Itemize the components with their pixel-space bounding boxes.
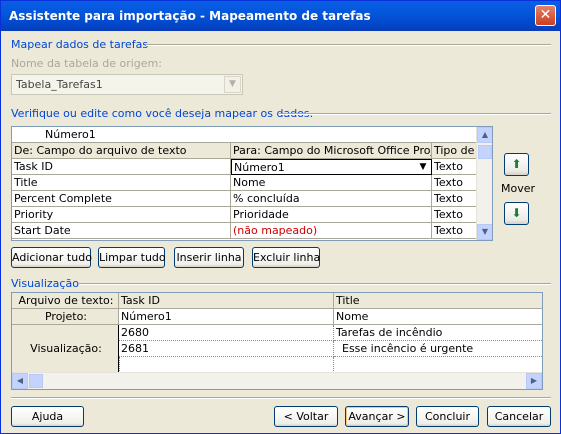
preview-column-divider — [119, 357, 120, 373]
preview-value: Esse incêncio é urgente — [334, 341, 542, 357]
source-table-select: Tabela_Tarefas1 ▼ — [11, 74, 243, 95]
chevron-left-icon: ◀ — [16, 376, 24, 385]
preview-project-col1: Número1 — [119, 309, 334, 325]
close-button[interactable]: ✕ — [535, 5, 556, 26]
grid-cell-to-unmapped[interactable]: (não mapeado) — [231, 223, 432, 239]
title-bar[interactable]: Assistente para importação - Mapeamento … — [1, 1, 560, 31]
scroll-down-button[interactable]: ▼ — [477, 224, 492, 240]
clear-all-button[interactable]: Limpar tudo — [98, 247, 166, 268]
window-title: Assistente para importação - Mapeamento … — [9, 9, 371, 23]
preview-value: 2681 — [119, 341, 334, 357]
grid-cell-from[interactable]: Task ID — [12, 159, 231, 175]
chevron-right-icon: ▶ — [530, 376, 538, 385]
grid-vertical-scrollbar[interactable]: ▲ ▼ — [476, 127, 492, 240]
grid-cell-type[interactable]: Texto — [432, 207, 477, 223]
back-button[interactable]: < Voltar — [274, 406, 338, 427]
delete-row-button[interactable]: Excluir linha — [252, 247, 320, 268]
grid-cell-to[interactable]: Nome — [231, 175, 432, 191]
chevron-up-icon: ▲ — [481, 130, 489, 139]
map-section-title: Mapear dados de tarefas — [11, 38, 149, 51]
section-divider — [79, 283, 551, 285]
preview-row-label-project: Projeto: — [12, 309, 119, 325]
column-header-to[interactable]: Para: Campo do Microsoft Office Project — [231, 143, 432, 159]
grid-cell-from[interactable]: Priority — [12, 207, 231, 223]
grid-cell-to[interactable]: Prioridade — [231, 207, 432, 223]
grid-cell-to-dropdown[interactable]: Número1 ▼ — [231, 159, 432, 175]
preview-horizontal-scrollbar[interactable]: ◀ ▶ — [12, 372, 542, 389]
preview-project-col2: Nome — [334, 309, 542, 325]
scroll-thumb[interactable] — [478, 145, 492, 159]
grid-cell-type[interactable]: Texto — [432, 175, 477, 191]
move-down-button[interactable]: ⬇ — [504, 202, 529, 225]
grid-edit-value: Número1 — [45, 128, 96, 141]
chevron-down-icon[interactable]: ▼ — [416, 160, 430, 174]
grid-cell-from[interactable]: Title — [12, 175, 231, 191]
footer-divider — [11, 397, 551, 399]
insert-row-button[interactable]: Inserir linha — [174, 247, 244, 268]
scroll-right-button[interactable]: ▶ — [526, 373, 542, 389]
arrow-up-icon: ⬆ — [511, 157, 522, 171]
grid-cell-to-value: Número1 — [234, 161, 285, 174]
column-header-type[interactable]: Tipo de d — [432, 143, 477, 159]
chevron-down-icon: ▼ — [224, 76, 241, 93]
grid-cell-to[interactable]: % concluída — [231, 191, 432, 207]
verify-instruction: Verifique ou edite como você deseja mape… — [11, 107, 314, 120]
next-button[interactable]: Avançar > — [345, 406, 409, 427]
grid-cell-type[interactable]: Texto — [432, 159, 477, 175]
column-header-from[interactable]: De: Campo do arquivo de texto — [12, 143, 231, 159]
grid-cell-from[interactable]: Start Date — [12, 223, 231, 239]
grid-cell-type[interactable]: Texto — [432, 191, 477, 207]
scroll-up-button[interactable]: ▲ — [477, 127, 492, 143]
add-all-button[interactable]: Adicionar tudo — [11, 247, 92, 268]
preview-row-label-text-file: Arquivo de texto: — [12, 293, 119, 309]
arrow-down-icon: ⬇ — [511, 206, 522, 220]
preview-value: 2680 — [119, 325, 334, 341]
help-button[interactable]: Ajuda — [11, 406, 84, 427]
import-wizard-dialog: Assistente para importação - Mapeamento … — [0, 0, 561, 434]
preview-text-file-col2: Title — [334, 293, 542, 309]
source-table-value: Tabela_Tarefas1 — [16, 78, 103, 91]
preview-column-divider — [333, 357, 334, 373]
finish-button[interactable]: Concluir — [416, 406, 479, 427]
scroll-thumb[interactable] — [29, 374, 43, 388]
section-divider — [279, 113, 551, 115]
section-divider — [146, 44, 551, 46]
preview-row-label-preview: Visualização: — [12, 325, 119, 373]
grid-cell-type[interactable]: Texto — [432, 223, 477, 239]
preview-value: Tarefas de incêndio — [334, 325, 542, 341]
close-icon: ✕ — [539, 7, 552, 23]
move-up-button[interactable]: ⬆ — [504, 153, 529, 176]
grid-edit-bar[interactable]: Número1 — [12, 127, 477, 143]
cancel-button[interactable]: Cancelar — [487, 406, 551, 427]
mover-label: Mover — [501, 182, 536, 195]
scroll-left-button[interactable]: ◀ — [12, 373, 28, 389]
preview-text-file-col1: Task ID — [119, 293, 334, 309]
preview-grid[interactable]: Arquivo de texto: Task ID Title Projeto:… — [11, 292, 543, 390]
grid-cell-from[interactable]: Percent Complete — [12, 191, 231, 207]
preview-section-title: Visualização — [11, 277, 79, 290]
source-table-label: Nome da tabela de origem: — [11, 57, 162, 70]
chevron-down-icon: ▼ — [481, 227, 489, 236]
mapping-grid[interactable]: Número1 De: Campo do arquivo de texto Pa… — [11, 126, 493, 241]
